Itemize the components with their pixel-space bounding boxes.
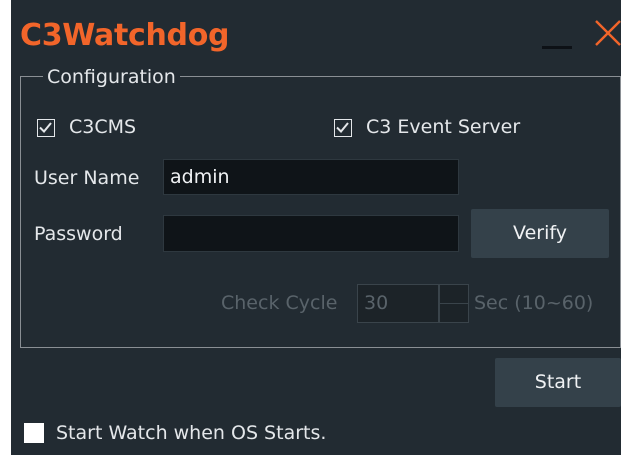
c3cms-label: C3CMS	[69, 116, 137, 138]
verify-button[interactable]: Verify	[471, 209, 609, 258]
start-with-os-checkbox[interactable]	[24, 423, 44, 443]
username-label: User Name	[34, 167, 140, 189]
start-button[interactable]: Start	[495, 358, 621, 407]
event-server-label: C3 Event Server	[366, 116, 521, 138]
password-input[interactable]	[163, 215, 459, 252]
username-input[interactable]: admin	[163, 159, 459, 195]
app-title: C3Watchdog	[20, 18, 230, 53]
check-cycle-label: Check Cycle	[221, 292, 338, 314]
spin-up-button[interactable]	[439, 284, 469, 304]
event-server-checkbox[interactable]	[334, 119, 352, 137]
password-label: Password	[34, 223, 123, 245]
check-cycle-unit: Sec (10~60)	[474, 292, 594, 314]
spin-down-button[interactable]	[439, 303, 469, 323]
close-icon[interactable]	[593, 18, 621, 48]
c3cms-checkbox[interactable]	[37, 119, 55, 137]
minimize-icon[interactable]	[542, 46, 572, 49]
configuration-group-label: Configuration	[43, 64, 180, 90]
start-with-os-label: Start Watch when OS Starts.	[56, 422, 327, 444]
check-cycle-input[interactable]: 30	[357, 284, 439, 323]
watchdog-window: C3Watchdog Configuration C3CMS C3 Event …	[11, 0, 621, 455]
